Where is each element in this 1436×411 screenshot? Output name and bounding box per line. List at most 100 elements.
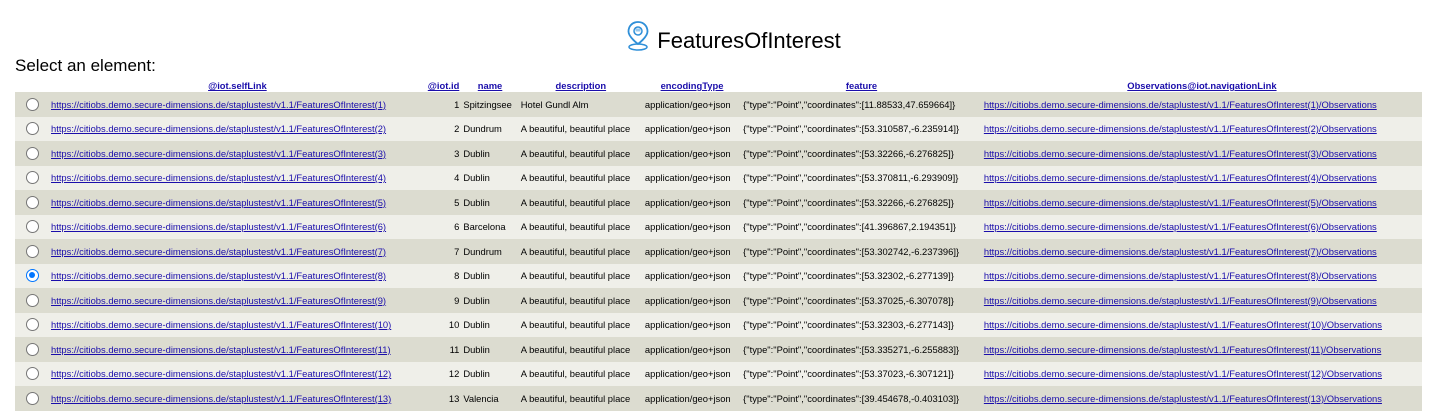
selflink-link[interactable]: https://citiobs.demo.secure-dimensions.d… bbox=[51, 295, 386, 306]
select-radio[interactable] bbox=[25, 195, 39, 209]
table-row[interactable]: https://citiobs.demo.secure-dimensions.d… bbox=[15, 312, 1422, 338]
sort-link-observations[interactable]: Observations@iot.navigationLink bbox=[1127, 80, 1276, 91]
table-row[interactable]: https://citiobs.demo.secure-dimensions.d… bbox=[15, 239, 1422, 264]
observations-link[interactable]: https://citiobs.demo.secure-dimensions.d… bbox=[984, 344, 1381, 355]
select-cell[interactable] bbox=[15, 141, 49, 166]
observations-link[interactable]: https://citiobs.demo.secure-dimensions.d… bbox=[984, 123, 1377, 134]
table-row[interactable]: https://citiobs.demo.secure-dimensions.d… bbox=[15, 263, 1422, 289]
selflink-link[interactable]: https://citiobs.demo.secure-dimensions.d… bbox=[51, 344, 391, 355]
selflink-link[interactable]: https://citiobs.demo.secure-dimensions.d… bbox=[51, 197, 386, 208]
observations-link[interactable]: https://citiobs.demo.secure-dimensions.d… bbox=[984, 148, 1377, 159]
selflink-link[interactable]: https://citiobs.demo.secure-dimensions.d… bbox=[51, 148, 386, 159]
column-header-description[interactable]: description bbox=[518, 79, 643, 92]
observations-link[interactable]: https://citiobs.demo.secure-dimensions.d… bbox=[984, 270, 1377, 281]
select-cell[interactable] bbox=[15, 386, 49, 411]
select-radio[interactable] bbox=[25, 171, 39, 185]
selflink-link[interactable]: https://citiobs.demo.secure-dimensions.d… bbox=[51, 123, 386, 134]
sort-link-description[interactable]: description bbox=[556, 80, 607, 91]
feature-cell: {"type":"Point","coordinates":[53.310587… bbox=[743, 123, 960, 135]
selflink-link[interactable]: https://citiobs.demo.secure-dimensions.d… bbox=[51, 319, 391, 330]
encodingtype-cell: application/geo+json bbox=[644, 343, 731, 355]
observations-link[interactable]: https://citiobs.demo.secure-dimensions.d… bbox=[984, 221, 1377, 232]
select-radio[interactable] bbox=[25, 244, 39, 258]
select-cell[interactable] bbox=[15, 92, 49, 117]
id-cell: 9 bbox=[454, 294, 460, 306]
selflink-link[interactable]: https://citiobs.demo.secure-dimensions.d… bbox=[51, 246, 386, 257]
select-cell[interactable] bbox=[15, 288, 49, 313]
observations-link[interactable]: https://citiobs.demo.secure-dimensions.d… bbox=[984, 295, 1377, 306]
table-row[interactable]: https://citiobs.demo.secure-dimensions.d… bbox=[15, 214, 1422, 240]
table-row[interactable]: https://citiobs.demo.secure-dimensions.d… bbox=[15, 141, 1422, 166]
id-cell: 10 bbox=[448, 319, 460, 331]
table-row[interactable]: https://citiobs.demo.secure-dimensions.d… bbox=[15, 92, 1422, 117]
id-cell: 1 bbox=[454, 98, 460, 110]
selflink-link[interactable]: https://citiobs.demo.secure-dimensions.d… bbox=[51, 393, 391, 404]
encodingtype-cell: application/geo+json bbox=[644, 172, 731, 184]
column-header-observations[interactable]: Observations@iot.navigationLink bbox=[981, 79, 1422, 92]
observations-link[interactable]: https://citiobs.demo.secure-dimensions.d… bbox=[984, 172, 1377, 183]
select-cell[interactable] bbox=[15, 117, 49, 142]
feature-cell: {"type":"Point","coordinates":[39.454678… bbox=[743, 392, 960, 404]
selflink-link[interactable]: https://citiobs.demo.secure-dimensions.d… bbox=[51, 270, 386, 281]
column-header-id[interactable]: @iot.id bbox=[425, 79, 462, 92]
selflink-link[interactable]: https://citiobs.demo.secure-dimensions.d… bbox=[51, 172, 386, 183]
select-radio[interactable] bbox=[25, 220, 39, 234]
select-radio[interactable] bbox=[25, 342, 39, 356]
select-cell[interactable] bbox=[15, 264, 49, 289]
id-cell: 13 bbox=[448, 392, 460, 404]
description-cell: A beautiful, beautiful place bbox=[520, 392, 631, 404]
encodingtype-cell: application/geo+json bbox=[644, 147, 731, 159]
description-cell: A beautiful, beautiful place bbox=[520, 196, 631, 208]
table-row[interactable]: https://citiobs.demo.secure-dimensions.d… bbox=[15, 190, 1422, 215]
observations-link[interactable]: https://citiobs.demo.secure-dimensions.d… bbox=[984, 319, 1382, 330]
table-row[interactable]: https://citiobs.demo.secure-dimensions.d… bbox=[15, 337, 1422, 362]
sort-link-encodingtype[interactable]: encodingType bbox=[661, 80, 724, 91]
sort-link-feature[interactable]: feature bbox=[846, 80, 877, 91]
select-radio[interactable] bbox=[25, 97, 39, 111]
select-radio[interactable] bbox=[25, 318, 39, 332]
select-radio[interactable] bbox=[25, 146, 39, 160]
selflink-link[interactable]: https://citiobs.demo.secure-dimensions.d… bbox=[51, 99, 386, 110]
table-row[interactable]: https://citiobs.demo.secure-dimensions.d… bbox=[15, 165, 1422, 191]
selflink-cell: https://citiobs.demo.secure-dimensions.d… bbox=[49, 190, 426, 215]
select-radio[interactable] bbox=[25, 269, 39, 283]
name-cell: Dublin bbox=[463, 172, 490, 184]
table-row[interactable]: https://citiobs.demo.secure-dimensions.d… bbox=[15, 116, 1422, 142]
select-radio[interactable] bbox=[25, 122, 39, 136]
table-row[interactable]: https://citiobs.demo.secure-dimensions.d… bbox=[15, 386, 1422, 411]
observations-link[interactable]: https://citiobs.demo.secure-dimensions.d… bbox=[984, 393, 1382, 404]
description-cell: A beautiful, beautiful place bbox=[520, 123, 631, 135]
select-radio[interactable] bbox=[25, 391, 39, 405]
description-cell: A beautiful, beautiful place bbox=[520, 270, 631, 282]
selflink-link[interactable]: https://citiobs.demo.secure-dimensions.d… bbox=[51, 368, 391, 379]
selflink-link[interactable]: https://citiobs.demo.secure-dimensions.d… bbox=[51, 221, 386, 232]
select-cell[interactable] bbox=[15, 313, 49, 338]
name-cell: Dublin bbox=[463, 196, 490, 208]
observations-link[interactable]: https://citiobs.demo.secure-dimensions.d… bbox=[984, 368, 1382, 379]
column-header-name[interactable]: name bbox=[461, 79, 519, 92]
observations-link[interactable]: https://citiobs.demo.secure-dimensions.d… bbox=[984, 197, 1377, 208]
observations-cell: https://citiobs.demo.secure-dimensions.d… bbox=[982, 117, 1422, 142]
select-cell[interactable] bbox=[15, 337, 49, 362]
observations-cell: https://citiobs.demo.secure-dimensions.d… bbox=[982, 313, 1422, 338]
observations-cell: https://citiobs.demo.secure-dimensions.d… bbox=[982, 264, 1422, 289]
features-table: @iot.selfLink @iot.id name description e… bbox=[15, 79, 1422, 411]
sort-link-selflink[interactable]: @iot.selfLink bbox=[208, 80, 267, 91]
observations-link[interactable]: https://citiobs.demo.secure-dimensions.d… bbox=[984, 99, 1377, 110]
name-cell: Spitzingsee bbox=[463, 98, 512, 110]
table-row[interactable]: https://citiobs.demo.secure-dimensions.d… bbox=[15, 361, 1422, 387]
select-cell[interactable] bbox=[15, 166, 49, 191]
table-row[interactable]: https://citiobs.demo.secure-dimensions.d… bbox=[15, 288, 1422, 313]
column-header-encodingtype[interactable]: encodingType bbox=[642, 79, 742, 92]
sort-link-name[interactable]: name bbox=[478, 80, 503, 91]
column-header-feature[interactable]: feature bbox=[741, 79, 982, 92]
select-cell[interactable] bbox=[15, 362, 49, 387]
observations-link[interactable]: https://citiobs.demo.secure-dimensions.d… bbox=[984, 246, 1377, 257]
column-header-selflink[interactable]: @iot.selfLink bbox=[49, 79, 426, 92]
select-radio[interactable] bbox=[25, 293, 39, 307]
sort-link-id[interactable]: @iot.id bbox=[428, 80, 460, 91]
select-cell[interactable] bbox=[15, 239, 49, 264]
select-cell[interactable] bbox=[15, 190, 49, 215]
select-cell[interactable] bbox=[15, 215, 49, 240]
select-radio[interactable] bbox=[25, 367, 39, 381]
